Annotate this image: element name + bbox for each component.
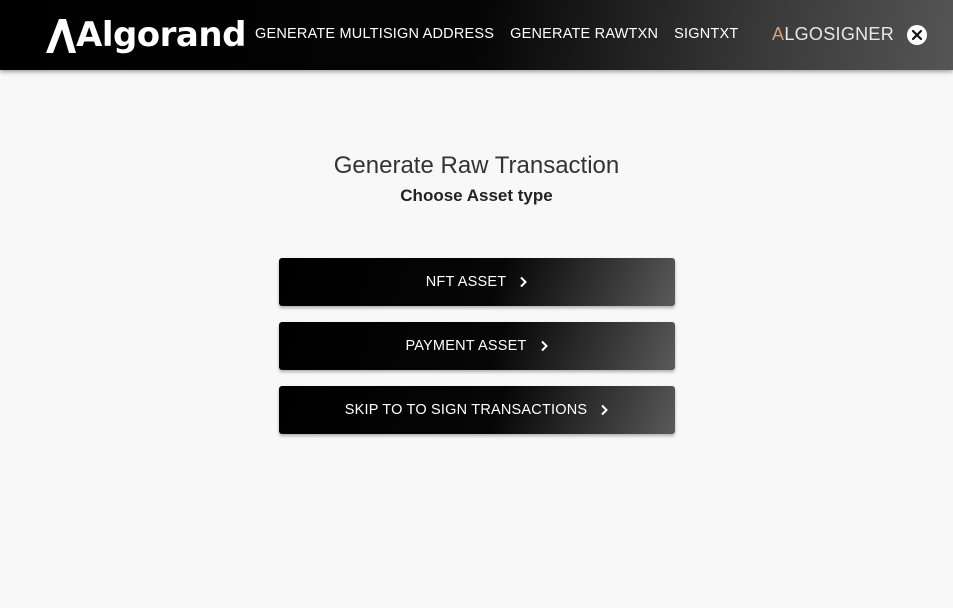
nft-asset-button-label: NFT ASSET: [425, 274, 507, 290]
algosigner-logo-text: LGOSIGNER: [784, 24, 895, 44]
close-button[interactable]: [907, 25, 927, 45]
nft-asset-button[interactable]: NFT ASSET: [279, 258, 675, 306]
page-subtitle: Choose Asset type: [400, 186, 553, 205]
algosigner-logo-accent: A: [772, 24, 785, 44]
chevron-right-icon: [599, 404, 609, 416]
nav-generate-multisign-address[interactable]: GENERATE MULTISIGN ADDRESS: [255, 26, 494, 42]
page-title: Generate Raw Transaction: [333, 152, 620, 179]
chevron-right-icon: [539, 340, 549, 352]
payment-asset-button-label: PAYMENT ASSET: [405, 338, 527, 354]
algosigner-logo: ALGOSIGNER: [772, 24, 894, 45]
skip-to-sign-button[interactable]: SKIP TO TO SIGN TRANSACTIONS: [279, 386, 675, 434]
close-icon: [911, 29, 923, 41]
nav-links: GENERATE MULTISIGN ADDRESS GENERATE RAWT…: [255, 26, 738, 42]
nav-generate-rawtxn[interactable]: GENERATE RAWTXN: [510, 26, 658, 42]
algorand-logo[interactable]: Algorand: [46, 12, 246, 58]
algorand-a-icon: [46, 19, 76, 53]
top-navbar: Algorand GENERATE MULTISIGN ADDRESS GENE…: [0, 0, 953, 70]
payment-asset-button[interactable]: PAYMENT ASSET: [279, 322, 675, 370]
chevron-right-icon: [518, 276, 528, 288]
skip-to-sign-button-label: SKIP TO TO SIGN TRANSACTIONS: [344, 402, 588, 418]
brand-name: Algorand: [76, 15, 246, 55]
nav-signtxt[interactable]: SIGNTXT: [674, 26, 738, 42]
